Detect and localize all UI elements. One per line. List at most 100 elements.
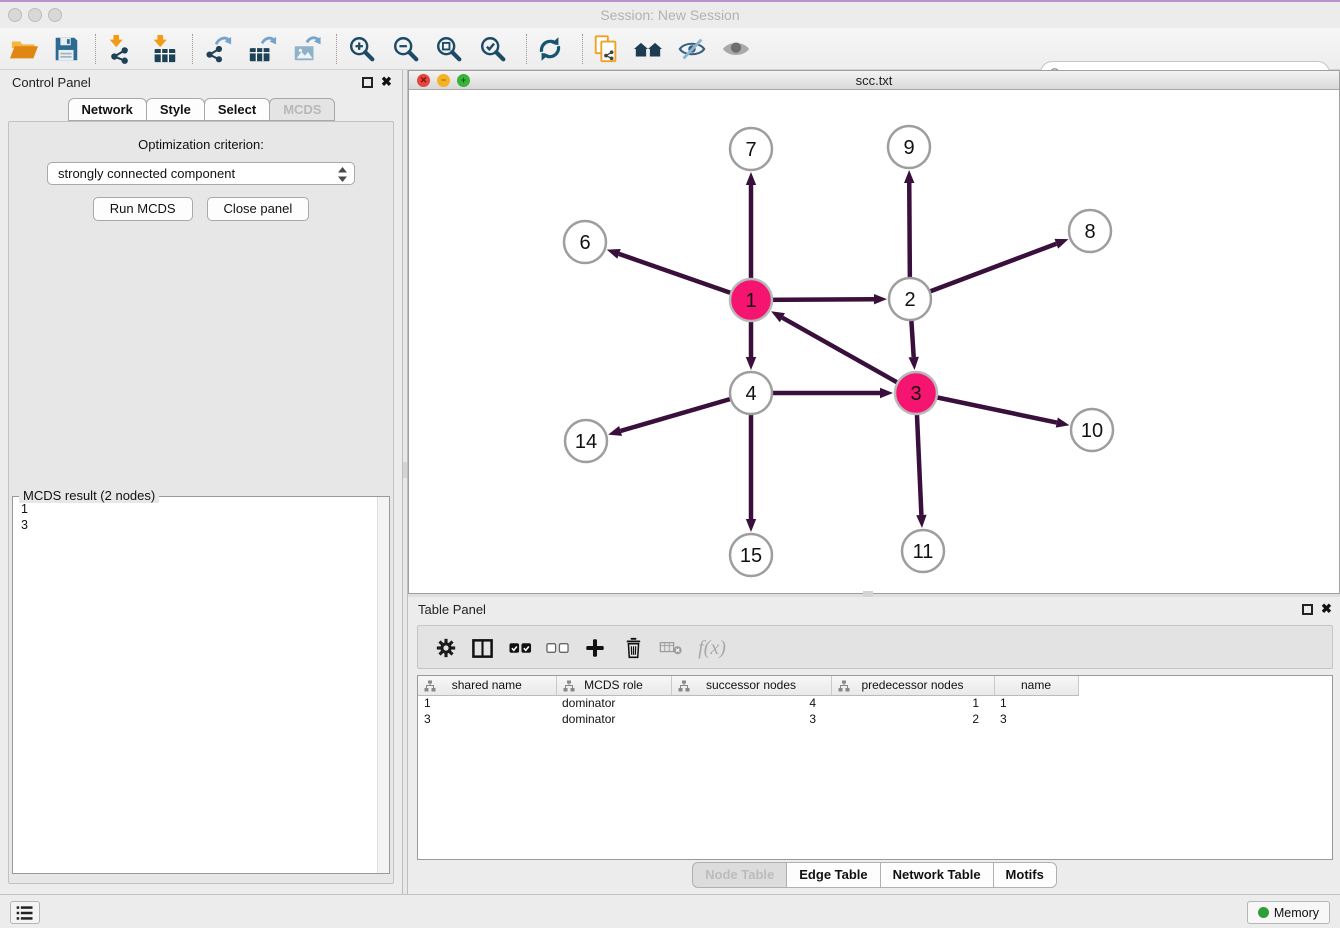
svg-text:6: 6 bbox=[579, 232, 590, 254]
result-scrollbar[interactable] bbox=[377, 497, 389, 873]
sitemap-icon bbox=[424, 680, 436, 695]
graph-node-1[interactable]: 1 bbox=[730, 279, 772, 321]
add-column-icon[interactable] bbox=[581, 634, 609, 662]
graph-node-9[interactable]: 9 bbox=[888, 126, 930, 168]
import-table-icon[interactable] bbox=[146, 31, 182, 67]
graph-node-8[interactable]: 8 bbox=[1069, 210, 1111, 252]
close-panel-button[interactable]: Close panel bbox=[207, 197, 310, 221]
column-header-shared-name[interactable]: shared name bbox=[418, 676, 556, 695]
delete-column-icon[interactable] bbox=[619, 634, 647, 662]
app-title: Session: New Session bbox=[0, 7, 1340, 23]
graph-node-3[interactable]: 3 bbox=[895, 372, 937, 414]
export-table-icon[interactable] bbox=[244, 31, 280, 67]
svg-text:11: 11 bbox=[913, 541, 934, 563]
svg-text:3: 3 bbox=[910, 383, 921, 405]
table-header-row: shared name MCDS role successor nodes pr… bbox=[418, 676, 1078, 695]
select-all-columns-icon[interactable] bbox=[506, 634, 534, 662]
zoom-in-icon[interactable] bbox=[344, 31, 380, 67]
network-graph[interactable]: 7 9 6 8 1 2 4 3 14 10 15 11 bbox=[409, 90, 1339, 593]
tab-node-table[interactable]: Node Table bbox=[692, 862, 787, 888]
graph-node-10[interactable]: 10 bbox=[1071, 409, 1113, 451]
run-mcds-button[interactable]: Run MCDS bbox=[93, 197, 193, 221]
sitemap-icon bbox=[838, 680, 850, 695]
tab-mcds[interactable]: MCDS bbox=[269, 98, 335, 121]
mcds-result-box: MCDS result (2 nodes) 1 3 bbox=[12, 496, 390, 874]
export-image-icon[interactable] bbox=[288, 31, 324, 67]
graph-node-7[interactable]: 7 bbox=[730, 128, 772, 170]
mcds-result-line: 3 bbox=[21, 517, 376, 533]
close-panel-icon[interactable]: ✖ bbox=[381, 74, 392, 90]
zoom-selected-icon[interactable] bbox=[475, 31, 511, 67]
tab-network[interactable]: Network bbox=[68, 98, 147, 121]
graph-node-6[interactable]: 6 bbox=[564, 221, 606, 263]
criterion-dropdown-value: strongly connected component bbox=[58, 166, 235, 181]
float-table-panel-icon[interactable] bbox=[1302, 604, 1313, 615]
svg-text:8: 8 bbox=[1084, 221, 1095, 243]
network-canvas[interactable]: 7 9 6 8 1 2 4 3 14 10 15 11 bbox=[409, 90, 1339, 593]
dropdown-stepper-icon bbox=[337, 167, 348, 182]
svg-text:15: 15 bbox=[740, 545, 762, 567]
sitemap-icon bbox=[678, 680, 690, 695]
svg-text:7: 7 bbox=[745, 139, 756, 161]
column-header-predecessor-nodes[interactable]: predecessor nodes bbox=[831, 676, 994, 695]
svg-text:2: 2 bbox=[904, 289, 915, 311]
memory-button[interactable]: Memory bbox=[1247, 901, 1330, 924]
memory-indicator-icon bbox=[1258, 907, 1269, 918]
folder-open-icon[interactable] bbox=[6, 31, 42, 67]
tab-select[interactable]: Select bbox=[204, 98, 270, 121]
network-view-title: scc.txt bbox=[409, 73, 1339, 88]
tab-motifs[interactable]: Motifs bbox=[993, 862, 1057, 888]
network-document-icon[interactable] bbox=[588, 31, 624, 67]
table-settings-gear-icon[interactable] bbox=[432, 634, 460, 662]
graph-node-2[interactable]: 2 bbox=[889, 278, 931, 320]
graph-node-14[interactable]: 14 bbox=[565, 420, 607, 462]
zoom-out-icon[interactable] bbox=[388, 31, 424, 67]
table-panel: Table Panel ✖ bbox=[408, 597, 1340, 894]
column-header-successor-nodes[interactable]: successor nodes bbox=[671, 676, 831, 695]
zoom-fit-icon[interactable] bbox=[431, 31, 467, 67]
eye-slash-icon[interactable] bbox=[674, 31, 710, 67]
table-tabs: Node Table Edge Table Network Table Moti… bbox=[408, 860, 1340, 889]
table-row[interactable]: 3 dominator 3 2 3 bbox=[418, 711, 1078, 727]
delete-table-icon-disabled bbox=[657, 634, 685, 662]
close-table-panel-icon[interactable]: ✖ bbox=[1321, 601, 1332, 617]
table-panel-title: Table Panel bbox=[418, 602, 486, 617]
mcds-result-list[interactable]: 1 3 bbox=[14, 498, 376, 872]
column-view-icon[interactable] bbox=[468, 634, 496, 662]
graph-node-15[interactable]: 15 bbox=[730, 534, 772, 576]
criterion-dropdown[interactable]: strongly connected component bbox=[47, 162, 355, 185]
graph-edge-3-1[interactable] bbox=[771, 311, 916, 393]
function-builder-icon-disabled: f(x) bbox=[692, 634, 732, 662]
graph-node-4[interactable]: 4 bbox=[730, 372, 772, 414]
optimization-criterion-label: Optimization criterion: bbox=[9, 137, 393, 152]
graph-edge-2-8[interactable] bbox=[910, 239, 1068, 299]
svg-text:1: 1 bbox=[745, 290, 756, 312]
node-table[interactable]: shared name MCDS role successor nodes pr… bbox=[417, 675, 1333, 860]
import-network-icon[interactable] bbox=[102, 31, 138, 67]
sitemap-icon bbox=[563, 680, 575, 695]
tab-edge-table[interactable]: Edge Table bbox=[786, 862, 880, 888]
deselect-all-columns-icon[interactable] bbox=[543, 634, 571, 662]
task-history-button[interactable] bbox=[10, 901, 40, 924]
save-icon[interactable] bbox=[48, 31, 84, 67]
network-view-window: ✕ − + scc.txt 7 9 6 8 1 2 4 3 14 10 15 11 bbox=[408, 70, 1340, 594]
column-header-name[interactable]: name bbox=[994, 676, 1078, 695]
houses-icon[interactable] bbox=[630, 31, 666, 67]
control-panel: Control Panel ✖ Network Style Select MCD… bbox=[0, 70, 402, 894]
mcds-result-line: 1 bbox=[21, 501, 376, 517]
svg-text:14: 14 bbox=[575, 431, 597, 453]
table-row[interactable]: 1 dominator 4 1 1 bbox=[418, 695, 1078, 711]
graph-node-11[interactable]: 11 bbox=[902, 530, 944, 572]
mcds-panel-body: Optimization criterion: strongly connect… bbox=[8, 121, 394, 884]
tab-network-table[interactable]: Network Table bbox=[880, 862, 994, 888]
float-panel-icon[interactable] bbox=[362, 77, 373, 88]
column-header-mcds-role[interactable]: MCDS role bbox=[556, 676, 671, 695]
tab-style[interactable]: Style bbox=[146, 98, 205, 121]
eye-icon[interactable] bbox=[718, 31, 754, 67]
refresh-icon[interactable] bbox=[532, 31, 568, 67]
graph-edge-3-10[interactable] bbox=[916, 393, 1069, 428]
network-window-titlebar[interactable]: ✕ − + scc.txt bbox=[409, 71, 1339, 90]
graph-edge-4-14[interactable] bbox=[608, 393, 751, 436]
graph-edge-1-6[interactable] bbox=[607, 249, 751, 300]
export-network-icon[interactable] bbox=[200, 31, 236, 67]
